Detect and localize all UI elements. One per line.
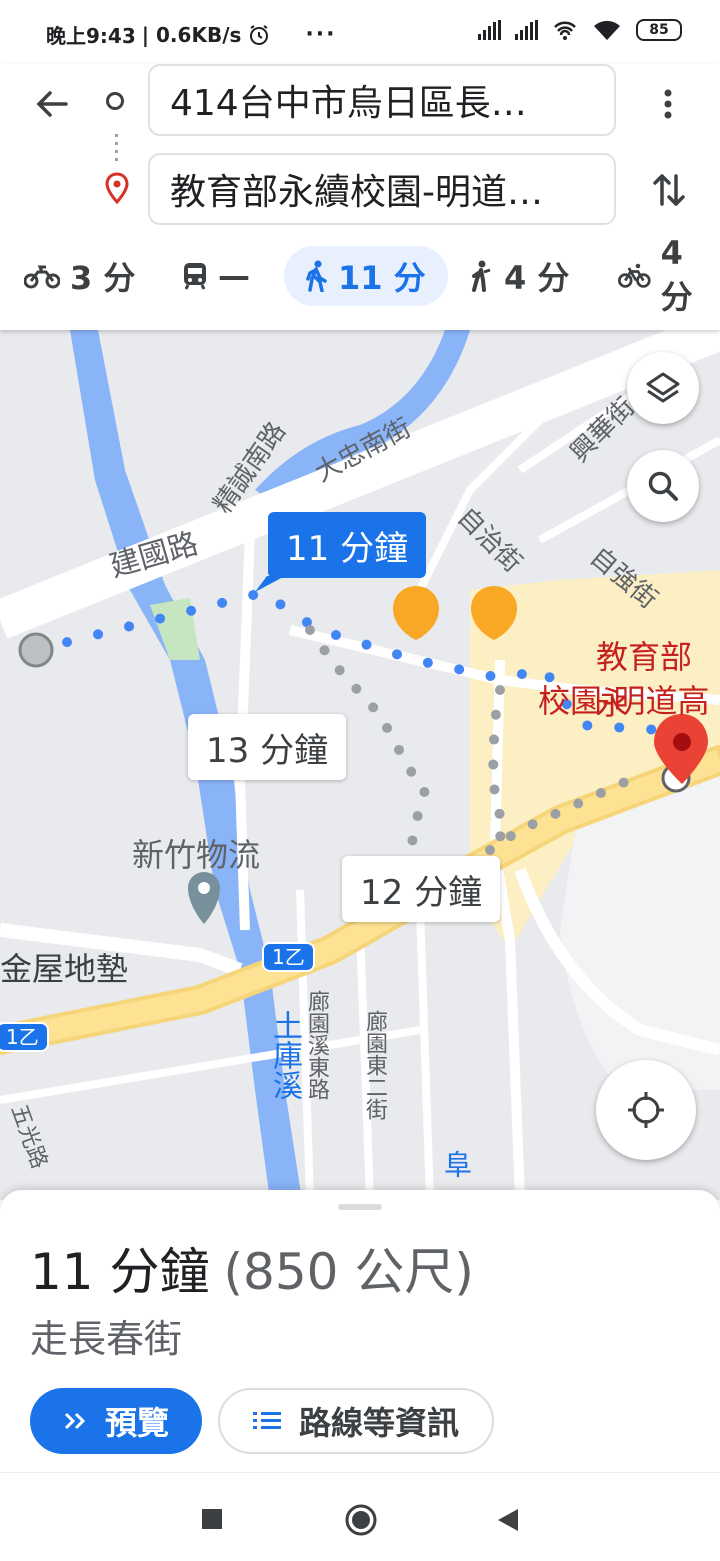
walk-icon — [306, 260, 327, 292]
preview-label: 預覽 — [104, 1404, 169, 1442]
mode-bicycle[interactable]: 4 分 — [618, 234, 720, 316]
route-tag-main-text: 11 分鐘 — [286, 528, 409, 569]
destination-pin-icon — [105, 172, 129, 204]
status-speed: | 0.6KB/s — [141, 22, 242, 47]
list-icon — [252, 1412, 281, 1429]
street-label-nanyuan-xidong: 廊園溪東路 — [304, 990, 329, 1100]
route-tag-alt-12[interactable]: 12 分鐘 — [342, 856, 501, 922]
signal-icon — [478, 20, 501, 40]
destination-marker-dot — [673, 733, 691, 751]
swap-icon[interactable] — [650, 168, 688, 212]
route-connector — [115, 134, 118, 164]
directions-header: 414台中市烏日區長… 教育部永續校園-明道… 3 分 — 11 分 4 分 4… — [0, 64, 720, 330]
sheet-drag-handle[interactable] — [338, 1204, 382, 1210]
signal-icon-2 — [515, 20, 538, 40]
street-label-fu: 阜 — [440, 1150, 473, 1178]
place-pin-dot — [198, 882, 210, 894]
back-button[interactable] — [496, 1507, 520, 1533]
home-button[interactable] — [344, 1503, 378, 1537]
more-vert-icon[interactable] — [656, 84, 680, 124]
mode-motorcycle-time: 3 分 — [70, 259, 136, 297]
search-icon — [648, 471, 678, 501]
mode-rideshare-time: 4 分 — [504, 259, 570, 297]
mode-rideshare[interactable]: 4 分 — [466, 246, 569, 306]
route-distance: (850 公尺) — [223, 1243, 474, 1301]
mode-walk-time: 11 分 — [338, 259, 426, 297]
my-location-icon — [628, 1092, 664, 1128]
route-tag-alt-12-text: 12 分鐘 — [360, 872, 483, 913]
origin-input[interactable]: 414台中市烏日區長… — [148, 64, 616, 136]
route-tag-main-pointer — [255, 576, 285, 592]
route-tag-alt-13-text: 13 分鐘 — [206, 730, 329, 771]
alarm-icon — [250, 24, 269, 45]
map-search-button[interactable] — [627, 450, 699, 522]
road-shield-1yi: 1乙 — [262, 942, 315, 972]
status-bar: 晚上9:43 | 0.6KB/s ··· 85 — [0, 0, 720, 64]
route-via: 走長春街 — [30, 1317, 183, 1361]
mode-transit-time: — — [218, 257, 250, 295]
start-marker — [18, 632, 54, 668]
layers-button[interactable] — [627, 352, 699, 424]
origin-dot-icon — [106, 92, 124, 110]
destination-text: 教育部永續校園-明道… — [170, 172, 543, 213]
recent-apps-button[interactable] — [202, 1509, 222, 1529]
destination-label-line2: 校園-明道高 — [538, 682, 710, 720]
route-summary-sheet[interactable]: 11 分鐘 (850 公尺) 走長春街 預覽 路線等資訊 — [0, 1190, 720, 1472]
origin-text: 414台中市烏日區長… — [170, 83, 527, 124]
hotspot-icon — [554, 21, 576, 40]
bicycle-icon — [618, 263, 651, 288]
my-location-button[interactable] — [596, 1060, 696, 1160]
mode-transit[interactable]: — — [182, 246, 250, 306]
route-summary: 11 分鐘 (850 公尺) — [30, 1232, 474, 1304]
route-duration: 11 分鐘 — [30, 1243, 210, 1301]
preview-button[interactable]: 預覽 — [30, 1388, 202, 1454]
route-tag-main[interactable]: 11 分鐘 — [268, 512, 427, 578]
map-view[interactable]: 建國路 精誠南路 大忠南街 興華街 自治街 自強街 土庫溪 廊園溪東路 廊園東二… — [0, 330, 720, 1200]
double-chevron-icon — [64, 1412, 86, 1430]
system-nav-bar — [0, 1472, 720, 1561]
street-label-nanyuan-dong2: 廊園東二街 — [362, 1010, 387, 1120]
travel-mode-bar: 3 分 — 11 分 4 分 4 分 — [0, 234, 720, 316]
status-time: 晚上9:43 — [46, 24, 136, 48]
road-shield-1yi-2: 1乙 — [0, 1022, 49, 1052]
mode-walk[interactable]: 11 分 — [284, 246, 448, 306]
mode-bicycle-time: 4 分 — [660, 234, 693, 316]
steps-label: 路線等資訊 — [298, 1404, 459, 1442]
battery-level: 85 — [649, 22, 669, 38]
destination-input[interactable]: 教育部永續校園-明道… — [148, 153, 616, 225]
battery-icon: 85 — [636, 19, 682, 41]
route-tag-alt-13[interactable]: 13 分鐘 — [188, 714, 347, 780]
mode-motorcycle[interactable]: 3 分 — [24, 246, 135, 306]
back-arrow-icon[interactable] — [32, 84, 72, 124]
place-label-xinzhu: 新竹物流 — [132, 836, 261, 874]
wifi-icon — [594, 20, 620, 40]
motorcycle-icon — [24, 265, 60, 289]
status-more-icon: ··· — [305, 22, 337, 47]
rideshare-icon — [472, 260, 491, 292]
steps-button[interactable]: 路線等資訊 — [218, 1388, 494, 1454]
layers-icon — [646, 372, 680, 403]
transit-icon — [184, 263, 206, 290]
place-label-jinwu: 金屋地墊 — [0, 950, 129, 988]
